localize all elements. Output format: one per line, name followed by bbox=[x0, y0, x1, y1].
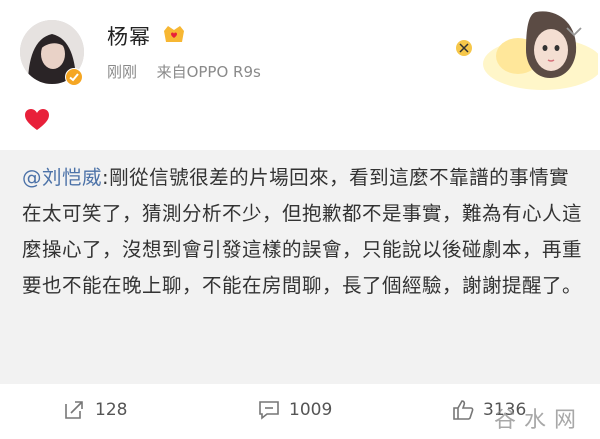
quoted-post-text: @刘恺威:剛從信號很差的片場回來，看到這麼不靠譜的事情實在太可笑了，猜測分析不少… bbox=[22, 160, 582, 304]
post-meta: 刚刚 来自OPPO R9s bbox=[107, 61, 261, 82]
quoted-post-body: :剛從信號很差的片場回來，看到這麼不靠譜的事情實在太可笑了，猜測分析不少，但抱歉… bbox=[22, 166, 583, 297]
comment-icon bbox=[259, 401, 279, 420]
watermark: 谷水网 bbox=[494, 408, 585, 433]
comment-button[interactable]: 1009 bbox=[258, 400, 332, 420]
username[interactable]: 杨幂 bbox=[107, 21, 151, 51]
post-source: 来自OPPO R9s bbox=[156, 63, 261, 81]
profile-decoration bbox=[456, 11, 598, 90]
heart-emoji-icon bbox=[25, 109, 49, 130]
quoted-post[interactable]: @刘恺威:剛從信號很差的片場回來，看到這麼不靠譜的事情實在太可笑了，猜測分析不少… bbox=[0, 150, 600, 384]
repost-button[interactable]: 128 bbox=[64, 400, 127, 420]
post-time: 刚刚 bbox=[107, 63, 138, 81]
post-header: 杨幂 刚刚 来自OPPO R9s bbox=[0, 0, 600, 140]
comment-count: 1009 bbox=[289, 400, 333, 420]
repost-count: 128 bbox=[95, 400, 128, 420]
vip-crown-icon[interactable] bbox=[162, 23, 186, 45]
chevron-down-icon[interactable] bbox=[564, 24, 584, 38]
verified-badge-icon bbox=[65, 68, 83, 86]
repost-icon bbox=[65, 401, 83, 419]
mention-link[interactable]: @刘恺威 bbox=[22, 166, 102, 189]
like-icon bbox=[453, 400, 474, 420]
